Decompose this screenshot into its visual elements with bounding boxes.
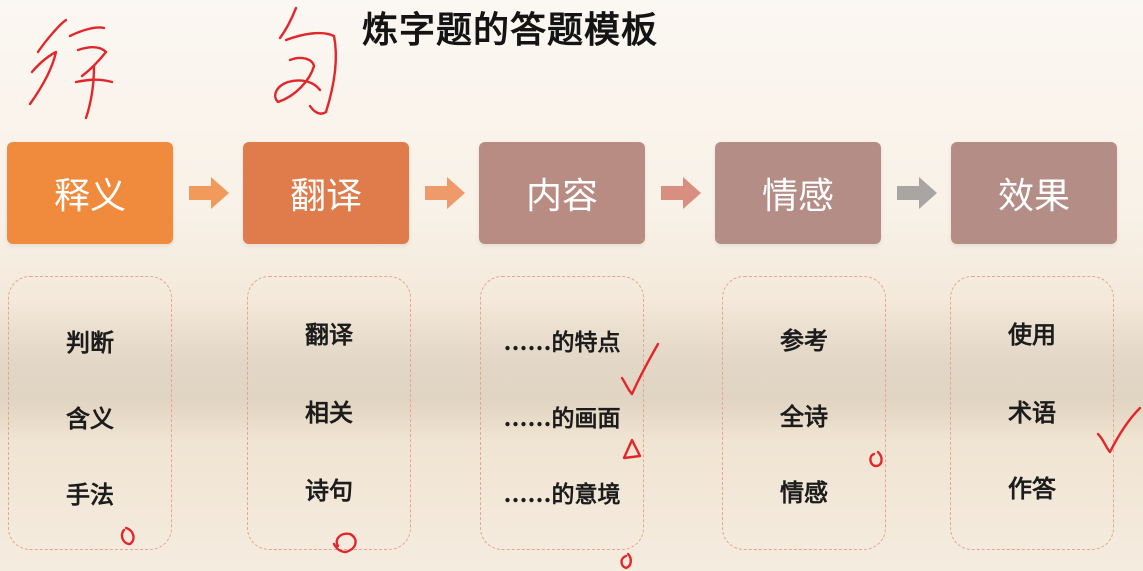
list-item: 手法 bbox=[66, 480, 114, 509]
arrow-right-icon bbox=[189, 177, 229, 209]
list-item: 作答 bbox=[1008, 474, 1056, 503]
step-box-1: 释义 bbox=[7, 142, 173, 244]
list-item: ......的意境 bbox=[503, 481, 621, 508]
handwritten-ju-mark bbox=[274, 6, 338, 115]
page-title: 炼字题的答题模板 bbox=[362, 10, 659, 51]
list-item: 判断 bbox=[66, 328, 114, 357]
step-box-3: 内容 bbox=[479, 142, 645, 244]
list-item: 参考 bbox=[780, 326, 828, 355]
detail-card-2: 翻译 相关 诗句 bbox=[247, 276, 411, 550]
arrow-right-icon bbox=[425, 177, 465, 209]
list-item: 含义 bbox=[66, 404, 114, 433]
arrow-right-icon bbox=[661, 177, 701, 209]
step-box-2: 翻译 bbox=[243, 142, 409, 244]
list-item: 全诗 bbox=[780, 402, 828, 431]
list-item: 翻译 bbox=[305, 320, 353, 349]
detail-card-1: 判断 含义 手法 bbox=[8, 276, 172, 550]
detail-card-3: ......的特点 ......的画面 ......的意境 bbox=[480, 276, 644, 550]
list-item: ......的画面 bbox=[503, 405, 621, 432]
list-item: ......的特点 bbox=[503, 329, 621, 356]
list-item: 相关 bbox=[305, 398, 353, 427]
detail-card-5: 使用 术语 作答 bbox=[950, 276, 1114, 550]
detail-card-4: 参考 全诗 情感 bbox=[722, 276, 886, 550]
handwritten-zi-mark bbox=[28, 18, 114, 120]
step-box-5: 效果 bbox=[951, 142, 1117, 244]
list-item: 术语 bbox=[1008, 398, 1056, 427]
step-box-4: 情感 bbox=[715, 142, 881, 244]
list-item: 诗句 bbox=[305, 476, 353, 505]
arrow-right-icon bbox=[897, 177, 937, 209]
list-item: 使用 bbox=[1008, 320, 1056, 349]
circle-mark-icon bbox=[620, 552, 632, 570]
list-item: 情感 bbox=[780, 478, 828, 507]
